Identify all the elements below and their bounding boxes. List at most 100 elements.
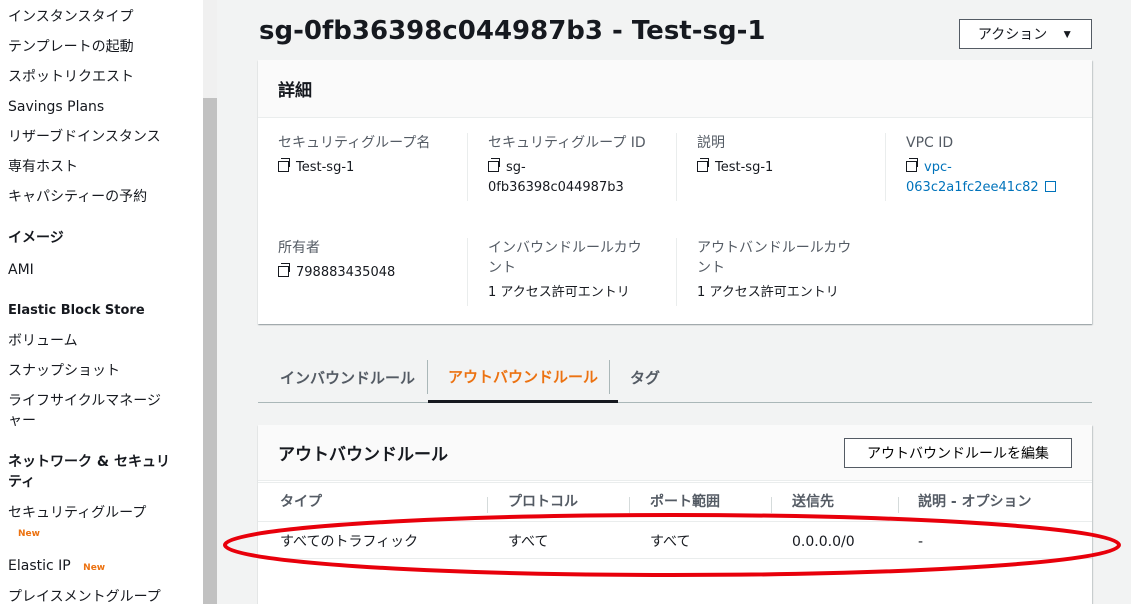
tab-inbound-rules[interactable]: インバウンドルール xyxy=(260,352,435,403)
new-badge: New xyxy=(83,563,106,573)
sidebar-item-reserved-instances[interactable]: リザーブドインスタンス xyxy=(8,127,161,147)
field-label: VPC ID xyxy=(906,135,954,151)
column-header-destination[interactable]: 送信先 xyxy=(792,492,834,512)
tab-bar: インバウンドルール アウトバウンドルール タグ xyxy=(258,352,1092,403)
main-content: sg-0fb36398c044987b3 - Test-sg-1 アクション ▼… xyxy=(217,0,1131,604)
actions-label: アクション xyxy=(977,26,1048,42)
outbound-rules-panel: アウトバウンドルール アウトバウンドルールを編集 タイプ プロトコル ポート範囲… xyxy=(258,425,1092,604)
cell-port-range: すべて xyxy=(650,534,691,550)
sidebar-item-security-groups[interactable]: セキュリティグループ xyxy=(8,503,146,523)
field-label: セキュリティグループ名 xyxy=(278,135,431,151)
new-badge: New xyxy=(18,529,40,539)
field-label: ント xyxy=(488,260,516,276)
sidebar-item-savings-plans[interactable]: Savings Plans xyxy=(8,97,104,117)
field-label: セキュリティグループ ID xyxy=(488,135,646,151)
sidebar-item-ami[interactable]: AMI xyxy=(8,260,34,280)
edit-outbound-rules-button[interactable]: アウトバウンドルールを編集 xyxy=(844,438,1072,468)
field-label: 説明 xyxy=(697,135,725,151)
divider xyxy=(676,133,677,201)
inbound-count-field: インバウンドルールカウ ント 1 アクセス許可エントリ xyxy=(488,238,678,303)
sidebar-section-ebs: Elastic Block Store xyxy=(8,303,145,318)
sg-name-value: Test-sg-1 xyxy=(296,160,355,175)
column-divider xyxy=(487,497,488,513)
field-value: 798883435048 xyxy=(278,263,468,283)
vpc-id-field: VPC ID vpc- 063c2a1fc2ee41c82 xyxy=(906,133,1086,198)
section-label: ティ xyxy=(8,474,36,490)
cell-type: すべてのトラフィック xyxy=(280,534,419,550)
column-divider xyxy=(629,497,630,513)
divider xyxy=(258,482,1092,483)
sidebar-scrollbar[interactable] xyxy=(203,0,217,604)
section-label: ネットワーク & セキュリ xyxy=(8,454,170,470)
divider xyxy=(258,521,1092,522)
cell-destination: 0.0.0.0/0 xyxy=(792,534,855,550)
sidebar-section-network-security: ネットワーク & セキュリ ティ xyxy=(8,452,170,492)
field-value: sg- xyxy=(488,158,678,178)
copy-icon[interactable] xyxy=(278,158,290,172)
sg-id-value: sg- xyxy=(506,160,526,175)
column-header-description[interactable]: 説明 - オプション xyxy=(918,492,1032,512)
page-title: sg-0fb36398c044987b3 - Test-sg-1 xyxy=(259,16,766,46)
sidebar-item-launch-templates[interactable]: テンプレートの起動 xyxy=(8,37,134,57)
actions-button[interactable]: アクション ▼ xyxy=(959,19,1092,49)
vpc-id-value[interactable]: 063c2a1fc2ee41c82 xyxy=(906,180,1039,195)
details-panel-header: 詳細 xyxy=(258,60,1092,118)
divider xyxy=(258,558,1092,559)
sg-name-field: セキュリティグループ名 Test-sg-1 xyxy=(278,133,468,178)
divider xyxy=(467,238,468,306)
vpc-id-link[interactable]: vpc- xyxy=(924,160,952,175)
copy-icon[interactable] xyxy=(697,158,709,172)
sidebar-item-volumes[interactable]: ボリューム xyxy=(8,331,78,351)
owner-field: 所有者 798883435048 xyxy=(278,238,468,283)
cell-protocol: すべて xyxy=(508,534,549,550)
external-link-icon[interactable] xyxy=(1044,181,1056,192)
description-value: Test-sg-1 xyxy=(715,160,774,175)
sg-id-value-continued: 0fb36398c044987b3 xyxy=(488,180,624,195)
column-header-protocol[interactable]: プロトコル xyxy=(508,492,578,512)
column-divider xyxy=(898,497,899,513)
sidebar-item-label: Elastic IP xyxy=(8,558,71,574)
sidebar-item-capacity-reservations[interactable]: キャパシティーの予約 xyxy=(8,187,147,207)
sidebar-item-placement-groups[interactable]: プレイスメントグループ xyxy=(8,587,161,604)
copy-icon[interactable] xyxy=(906,158,918,172)
vpc-id-link-continued[interactable]: 063c2a1fc2ee41c82 xyxy=(906,178,1086,198)
inbound-count-value: 1 アクセス許可エントリ xyxy=(488,285,630,300)
column-header-type[interactable]: タイプ xyxy=(280,492,322,512)
sidebar-item-label: ャー xyxy=(8,413,36,429)
description-field: 説明 Test-sg-1 xyxy=(697,133,887,178)
tab-tags[interactable]: タグ xyxy=(610,352,680,403)
column-header-port-range[interactable]: ポート範囲 xyxy=(650,492,720,512)
outbound-count-field: アウトバンドルールカウ ント 1 アクセス許可エントリ xyxy=(697,238,887,303)
copy-icon[interactable] xyxy=(278,263,290,277)
divider xyxy=(467,133,468,201)
sidebar-item-instance-types[interactable]: インスタンスタイプ xyxy=(8,7,133,27)
sidebar-item-elastic-ip[interactable]: Elastic IP New xyxy=(8,556,105,578)
details-panel: 詳細 セキュリティグループ名 Test-sg-1 セキュリティグループ ID s… xyxy=(258,60,1092,324)
outbound-count-value: 1 アクセス許可エントリ xyxy=(697,285,839,300)
field-value: Test-sg-1 xyxy=(697,158,887,178)
sg-id-field: セキュリティグループ ID sg- 0fb36398c044987b3 xyxy=(488,133,678,198)
field-label: アウトバンドルールカウ xyxy=(697,240,852,256)
tab-outbound-rules[interactable]: アウトバウンドルール xyxy=(428,352,619,403)
field-label: ント xyxy=(697,260,725,276)
sidebar-item-dedicated-hosts[interactable]: 専有ホスト xyxy=(8,157,78,177)
sidebar-item-snapshots[interactable]: スナップショット xyxy=(8,361,120,381)
outbound-rules-title: アウトバウンドルール xyxy=(278,445,448,465)
field-label: 所有者 xyxy=(278,240,320,256)
caret-down-icon: ▼ xyxy=(1061,27,1074,41)
field-label: インバウンドルールカウ xyxy=(488,240,642,256)
owner-value: 798883435048 xyxy=(296,265,396,280)
field-value: vpc- xyxy=(906,158,1086,178)
cell-description: - xyxy=(918,534,924,550)
copy-icon[interactable] xyxy=(488,158,500,172)
sidebar: インスタンスタイプ テンプレートの起動 スポットリクエスト Savings Pl… xyxy=(0,0,203,604)
divider xyxy=(885,133,886,201)
sidebar-item-label: ライフサイクルマネージ xyxy=(8,393,162,409)
details-title: 詳細 xyxy=(278,81,312,101)
field-value: Test-sg-1 xyxy=(278,158,468,178)
sidebar-section-images: イメージ xyxy=(8,230,64,246)
sidebar-item-spot-requests[interactable]: スポットリクエスト xyxy=(8,67,134,87)
scrollbar-thumb[interactable] xyxy=(203,98,217,604)
divider xyxy=(676,238,677,306)
sidebar-item-lifecycle-manager[interactable]: ライフサイクルマネージ ャー xyxy=(8,391,161,431)
